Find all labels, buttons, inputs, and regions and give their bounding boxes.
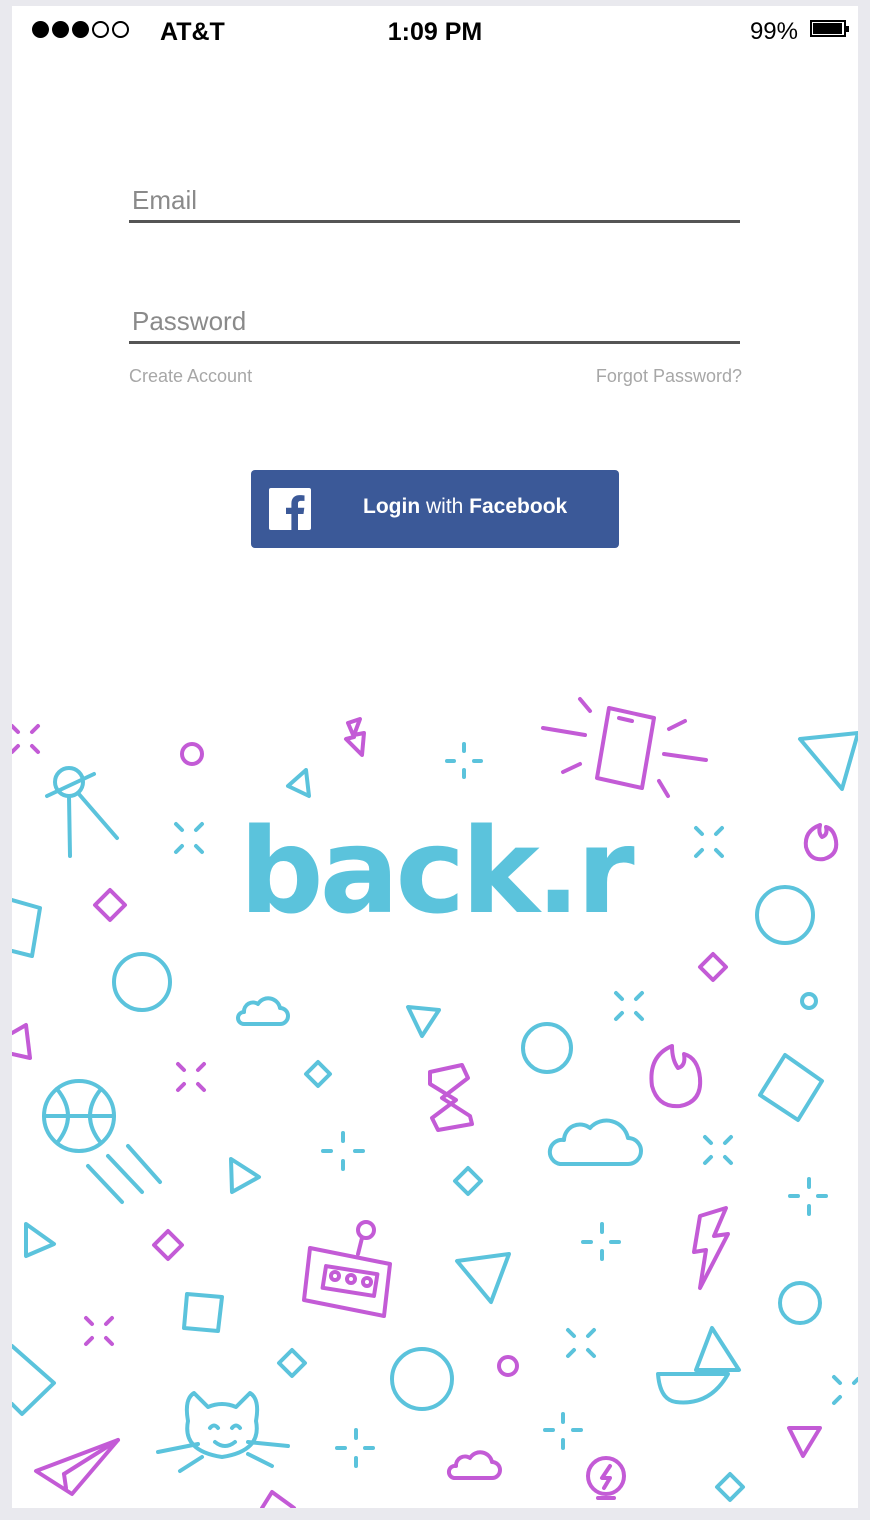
flame-icon (649, 1044, 703, 1109)
battery-fill (813, 23, 842, 34)
sparkle-icon (703, 1135, 733, 1165)
diamond-shape (715, 1472, 745, 1502)
diamond-shape (277, 1348, 307, 1378)
sparkle-icon (84, 1316, 114, 1346)
facebook-button-label: Login with Facebook (363, 495, 568, 518)
diamond-shape (453, 1166, 483, 1196)
triangle-shape (455, 1252, 511, 1304)
sparkle-icon (543, 1412, 583, 1450)
cloud-icon (446, 1450, 502, 1480)
triangle-shape (798, 731, 858, 791)
circle-shape (497, 1355, 519, 1377)
circle-shape (800, 992, 818, 1010)
cloud-icon (547, 1118, 643, 1166)
hourglass-icon (428, 1063, 474, 1132)
basketball-icon (42, 1079, 162, 1204)
square-shape (182, 1292, 224, 1333)
sparkle-icon (581, 1222, 621, 1261)
robot-icon (302, 1220, 392, 1318)
battery-nub (846, 26, 849, 32)
cloud-icon (236, 996, 290, 1026)
triangle-shape (406, 1005, 441, 1038)
facebook-icon (269, 488, 311, 530)
sparkle-icon (566, 1328, 596, 1358)
paper-plane-icon (34, 1438, 120, 1496)
email-input[interactable] (129, 180, 740, 220)
sparkle-icon (445, 742, 483, 779)
password-input[interactable] (129, 301, 740, 341)
square-shape (758, 1053, 824, 1122)
lightning-icon (344, 717, 366, 757)
sailboat-icon (656, 1326, 741, 1405)
circle-shape (390, 1347, 454, 1411)
sparkle-icon (788, 1177, 828, 1216)
triangle-shape (229, 1157, 261, 1194)
sparkle-icon (176, 1062, 206, 1092)
backr-logo: back.r (239, 802, 635, 940)
status-bar: AT&T 1:09 PM 99% (12, 6, 858, 52)
square-shape (12, 1344, 56, 1416)
circle-shape (778, 1281, 822, 1325)
status-time: 1:09 PM (387, 18, 483, 46)
password-field-container (129, 301, 740, 344)
battery-percentage: 99% (749, 18, 798, 45)
lightning-icon (692, 1206, 730, 1290)
sparkle-icon (321, 1131, 365, 1171)
sparkle-icon (12, 724, 40, 754)
triangle-shape (260, 1490, 296, 1508)
app-screen: AT&T 1:09 PM 99% Create Account Forgot P… (12, 6, 858, 1508)
sparkle-icon (614, 991, 644, 1021)
circle-shape (180, 742, 204, 766)
diamond-shape (304, 1060, 332, 1088)
circle-shape (521, 1022, 573, 1074)
lightbulb-icon (586, 1456, 626, 1500)
diamond-shape (152, 1229, 184, 1261)
triangle-shape (286, 768, 311, 798)
forgot-password-link[interactable]: Forgot Password? (596, 366, 742, 387)
login-with-facebook-button[interactable]: Login with Facebook (251, 470, 619, 548)
triangle-shape (12, 1023, 32, 1060)
cat-icon (156, 1391, 290, 1473)
create-account-link[interactable]: Create Account (129, 366, 252, 387)
diamond-shape (698, 952, 728, 982)
email-field-container (129, 180, 740, 223)
sparkle-icon (335, 1428, 375, 1468)
phone-icon (541, 697, 708, 798)
circle-shape (112, 952, 172, 1012)
triangle-shape (787, 1426, 822, 1458)
triangle-shape (24, 1222, 56, 1258)
sparkle-icon (832, 1375, 858, 1405)
battery-icon (810, 20, 849, 37)
